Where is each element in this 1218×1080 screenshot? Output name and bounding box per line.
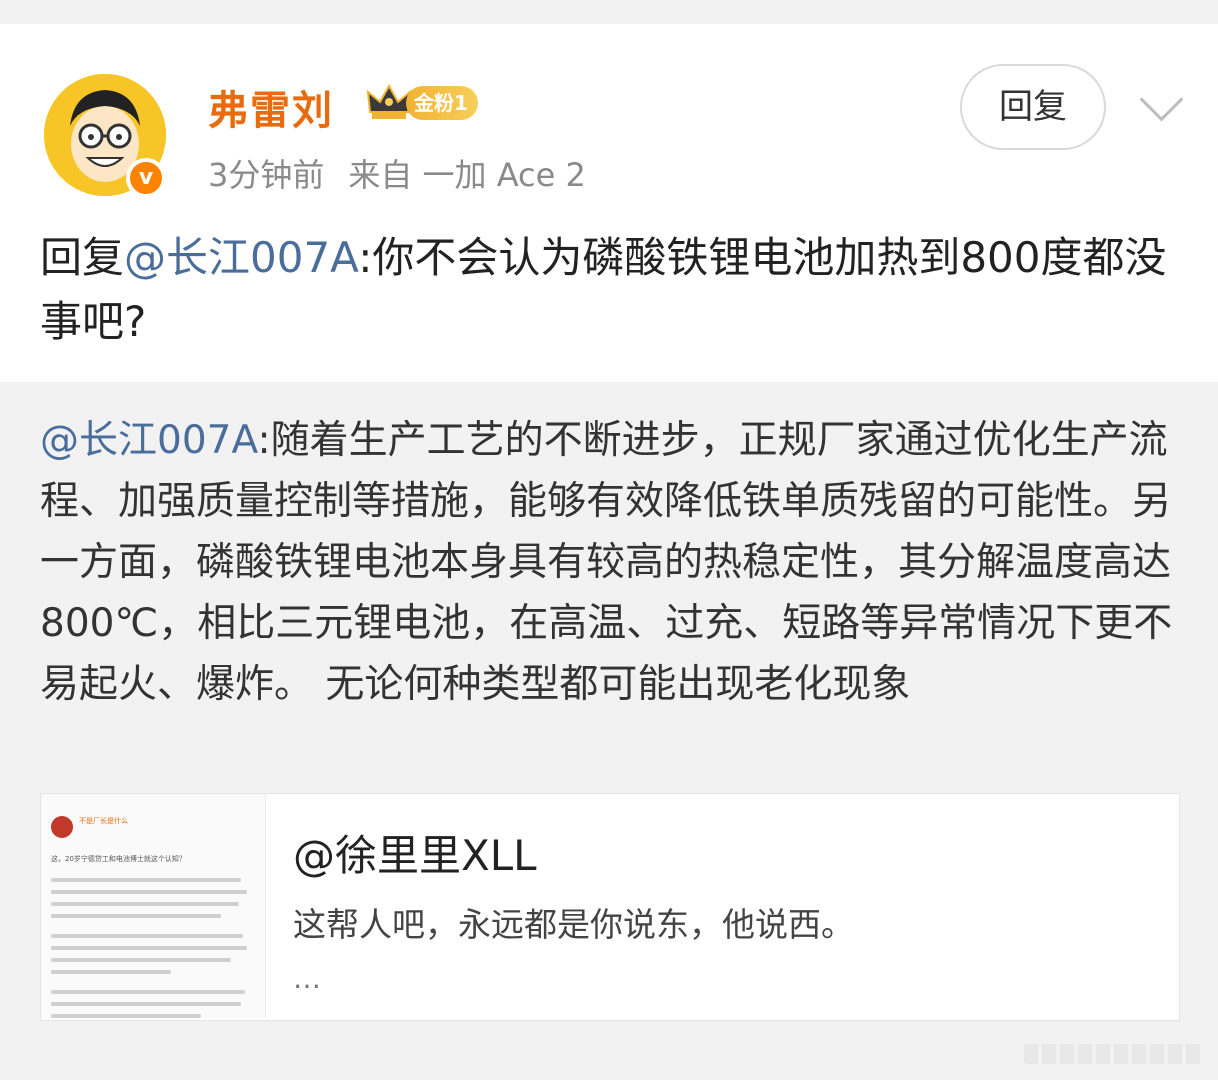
linked-post-thumbnail: 不是厂长是什么 这，20岁宁德贷工和电池博士就这个认知？ — [41, 794, 266, 1018]
post-meta: 3分钟前 来自 一加 Ace 2 — [208, 150, 586, 196]
verified-v-icon: v — [126, 158, 166, 198]
fan-level-badge[interactable]: 金粉1 — [406, 86, 478, 120]
post-header-card: v 弗雷刘 金粉1 3分钟前 来自 一加 Ace 2 回复 回复@长江007A:你… — [0, 24, 1218, 382]
reply-button[interactable]: 回复 — [960, 64, 1106, 150]
reply-content: 回复@长江007A:你不会认为磷酸铁锂电池加热到800度都没事吧? — [40, 226, 1180, 354]
quoted-mention-link[interactable]: @长江007A — [40, 418, 257, 463]
watermark — [1024, 1044, 1204, 1064]
post-time: 3分钟前 — [208, 156, 325, 194]
chevron-down-icon[interactable] — [1139, 77, 1184, 122]
linked-post-description: 这帮人吧，永远都是你说东，他说西。 — [293, 905, 854, 944]
linked-post-ellipsis: … — [293, 962, 321, 995]
thumbnail-question: 这，20岁宁德贷工和电池博士就这个认知？ — [51, 855, 186, 863]
reply-prefix: 回复 — [40, 233, 125, 282]
post-source: 来自 一加 Ace 2 — [348, 156, 586, 194]
thumbnail-username: 不是厂长是什么 — [79, 817, 128, 825]
thumbnail-avatar — [51, 816, 73, 838]
linked-post-author: @徐里里XLL — [293, 831, 537, 880]
quoted-content: @长江007A:随着生产工艺的不断进步，正规厂家通过优化生产流程、加强质量控制等… — [40, 410, 1180, 715]
thumbnail-text-lines — [51, 878, 251, 1018]
linked-post-card[interactable]: 不是厂长是什么 这，20岁宁德贷工和电池博士就这个认知？ @徐里里XLL 这帮人… — [40, 793, 1180, 1021]
username[interactable]: 弗雷刘 — [208, 78, 334, 136]
reply-mention-link[interactable]: @长江007A — [124, 233, 358, 282]
